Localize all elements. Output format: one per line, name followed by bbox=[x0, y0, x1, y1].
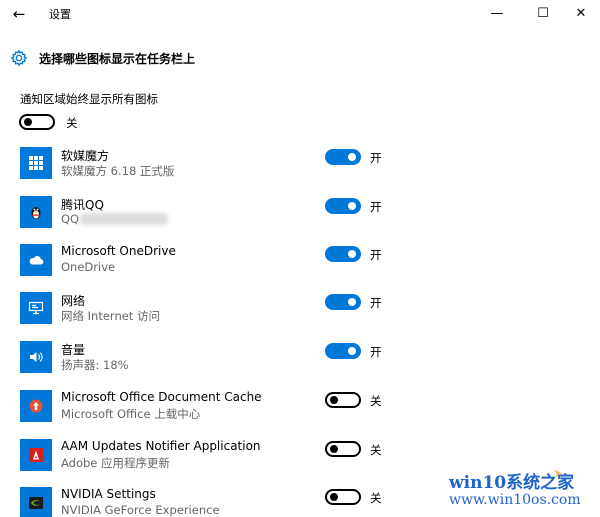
app-name: 软媒魔方 bbox=[61, 149, 110, 163]
app-row-volume: 音量 扬声器: 18% 开 bbox=[20, 341, 590, 377]
app-row-onedrive: Microsoft OneDrive OneDrive 开 bbox=[20, 244, 590, 280]
toggle-switch[interactable] bbox=[19, 114, 55, 130]
watermark-title: win10系统之家 bbox=[449, 473, 575, 493]
toggle-knob bbox=[348, 153, 356, 161]
app-subtitle: Microsoft Office 上载中心 bbox=[61, 407, 201, 421]
upload-icon bbox=[20, 390, 52, 422]
cloud-icon bbox=[20, 244, 52, 276]
close-button[interactable]: ✕ bbox=[566, 3, 596, 25]
toggle-knob bbox=[330, 493, 338, 501]
app-toggle[interactable] bbox=[325, 441, 361, 457]
toggle-state-label: 关 bbox=[370, 394, 382, 408]
toggle-switch[interactable] bbox=[325, 343, 361, 359]
toggle-knob bbox=[348, 347, 356, 355]
app-subtitle: 软媒魔方 6.18 正式版 bbox=[61, 164, 175, 178]
toggle-switch[interactable] bbox=[325, 149, 361, 165]
toggle-state-label: 开 bbox=[370, 345, 382, 359]
app-row-office-cache: Microsoft Office Document Cache Microsof… bbox=[20, 390, 590, 426]
back-button[interactable]: ← bbox=[8, 4, 30, 24]
toggle-knob bbox=[348, 298, 356, 306]
penguin-icon bbox=[20, 196, 52, 228]
toggle-state-label: 关 bbox=[370, 491, 382, 505]
app-subtitle: 扬声器: 18% bbox=[61, 358, 129, 372]
app-row-network: 网络 网络 Internet 访问 开 bbox=[20, 292, 590, 328]
gear-icon bbox=[10, 49, 28, 67]
title-bar: ← 设置 — ☐ ✕ bbox=[0, 0, 600, 28]
toggle-knob bbox=[348, 202, 356, 210]
toggle-switch[interactable] bbox=[325, 246, 361, 262]
app-name: 腾讯QQ bbox=[61, 198, 104, 212]
toggle-knob bbox=[348, 250, 356, 258]
toggle-state-label: 开 bbox=[370, 200, 382, 214]
app-subtitle: 网络 Internet 访问 bbox=[61, 309, 160, 323]
toggle-switch[interactable] bbox=[325, 198, 361, 214]
app-name: AAM Updates Notifier Application bbox=[61, 439, 261, 453]
toggle-state-label: 关 bbox=[370, 443, 382, 457]
toggle-switch[interactable] bbox=[325, 489, 361, 505]
watermark: win10系统之家 www.win10os.com bbox=[441, 466, 591, 514]
toggle-switch[interactable] bbox=[325, 441, 361, 457]
network-icon bbox=[20, 292, 52, 324]
app-toggle[interactable] bbox=[325, 294, 361, 310]
watermark-url: www.win10os.com bbox=[449, 492, 581, 508]
app-subtitle: Adobe 应用程序更新 bbox=[61, 456, 171, 470]
app-subtitle: NVIDIA GeForce Experience bbox=[61, 503, 220, 517]
app-name: NVIDIA Settings bbox=[61, 487, 156, 501]
page-title: 选择哪些图标显示在任务栏上 bbox=[39, 52, 196, 66]
app-toggle[interactable] bbox=[325, 246, 361, 262]
app-name: Microsoft OneDrive bbox=[61, 244, 176, 258]
toggle-knob bbox=[330, 396, 338, 404]
app-subtitle: QQ bbox=[61, 212, 80, 226]
window-title: 设置 bbox=[49, 8, 71, 21]
toggle-switch[interactable] bbox=[325, 392, 361, 408]
minimize-button[interactable]: — bbox=[482, 3, 512, 25]
app-subtitle: OneDrive bbox=[61, 260, 116, 274]
grid-icon bbox=[20, 147, 52, 179]
adobe-icon bbox=[20, 439, 52, 471]
app-name: Microsoft Office Document Cache bbox=[61, 390, 262, 404]
app-toggle[interactable] bbox=[325, 198, 361, 214]
nvidia-icon bbox=[20, 487, 52, 517]
app-row-softmedia: 软媒魔方 软媒魔方 6.18 正式版 开 bbox=[20, 147, 590, 183]
always-show-state: 关 bbox=[66, 116, 78, 130]
maximize-button[interactable]: ☐ bbox=[528, 3, 558, 25]
always-show-toggle[interactable] bbox=[19, 114, 55, 130]
app-toggle[interactable] bbox=[325, 343, 361, 359]
app-row-qq: 腾讯QQ QQ 开 bbox=[20, 196, 590, 232]
app-name: 音量 bbox=[61, 343, 86, 357]
app-toggle[interactable] bbox=[325, 149, 361, 165]
speaker-icon bbox=[20, 341, 52, 373]
toggle-state-label: 开 bbox=[370, 296, 382, 310]
app-toggle[interactable] bbox=[325, 489, 361, 505]
always-show-label: 通知区域始终显示所有图标 bbox=[20, 92, 158, 106]
toggle-state-label: 开 bbox=[370, 248, 382, 262]
redacted-text bbox=[80, 213, 168, 225]
toggle-state-label: 开 bbox=[370, 151, 382, 165]
app-toggle[interactable] bbox=[325, 392, 361, 408]
app-name: 网络 bbox=[61, 294, 86, 308]
toggle-knob bbox=[24, 118, 32, 126]
toggle-switch[interactable] bbox=[325, 294, 361, 310]
toggle-knob bbox=[330, 445, 338, 453]
